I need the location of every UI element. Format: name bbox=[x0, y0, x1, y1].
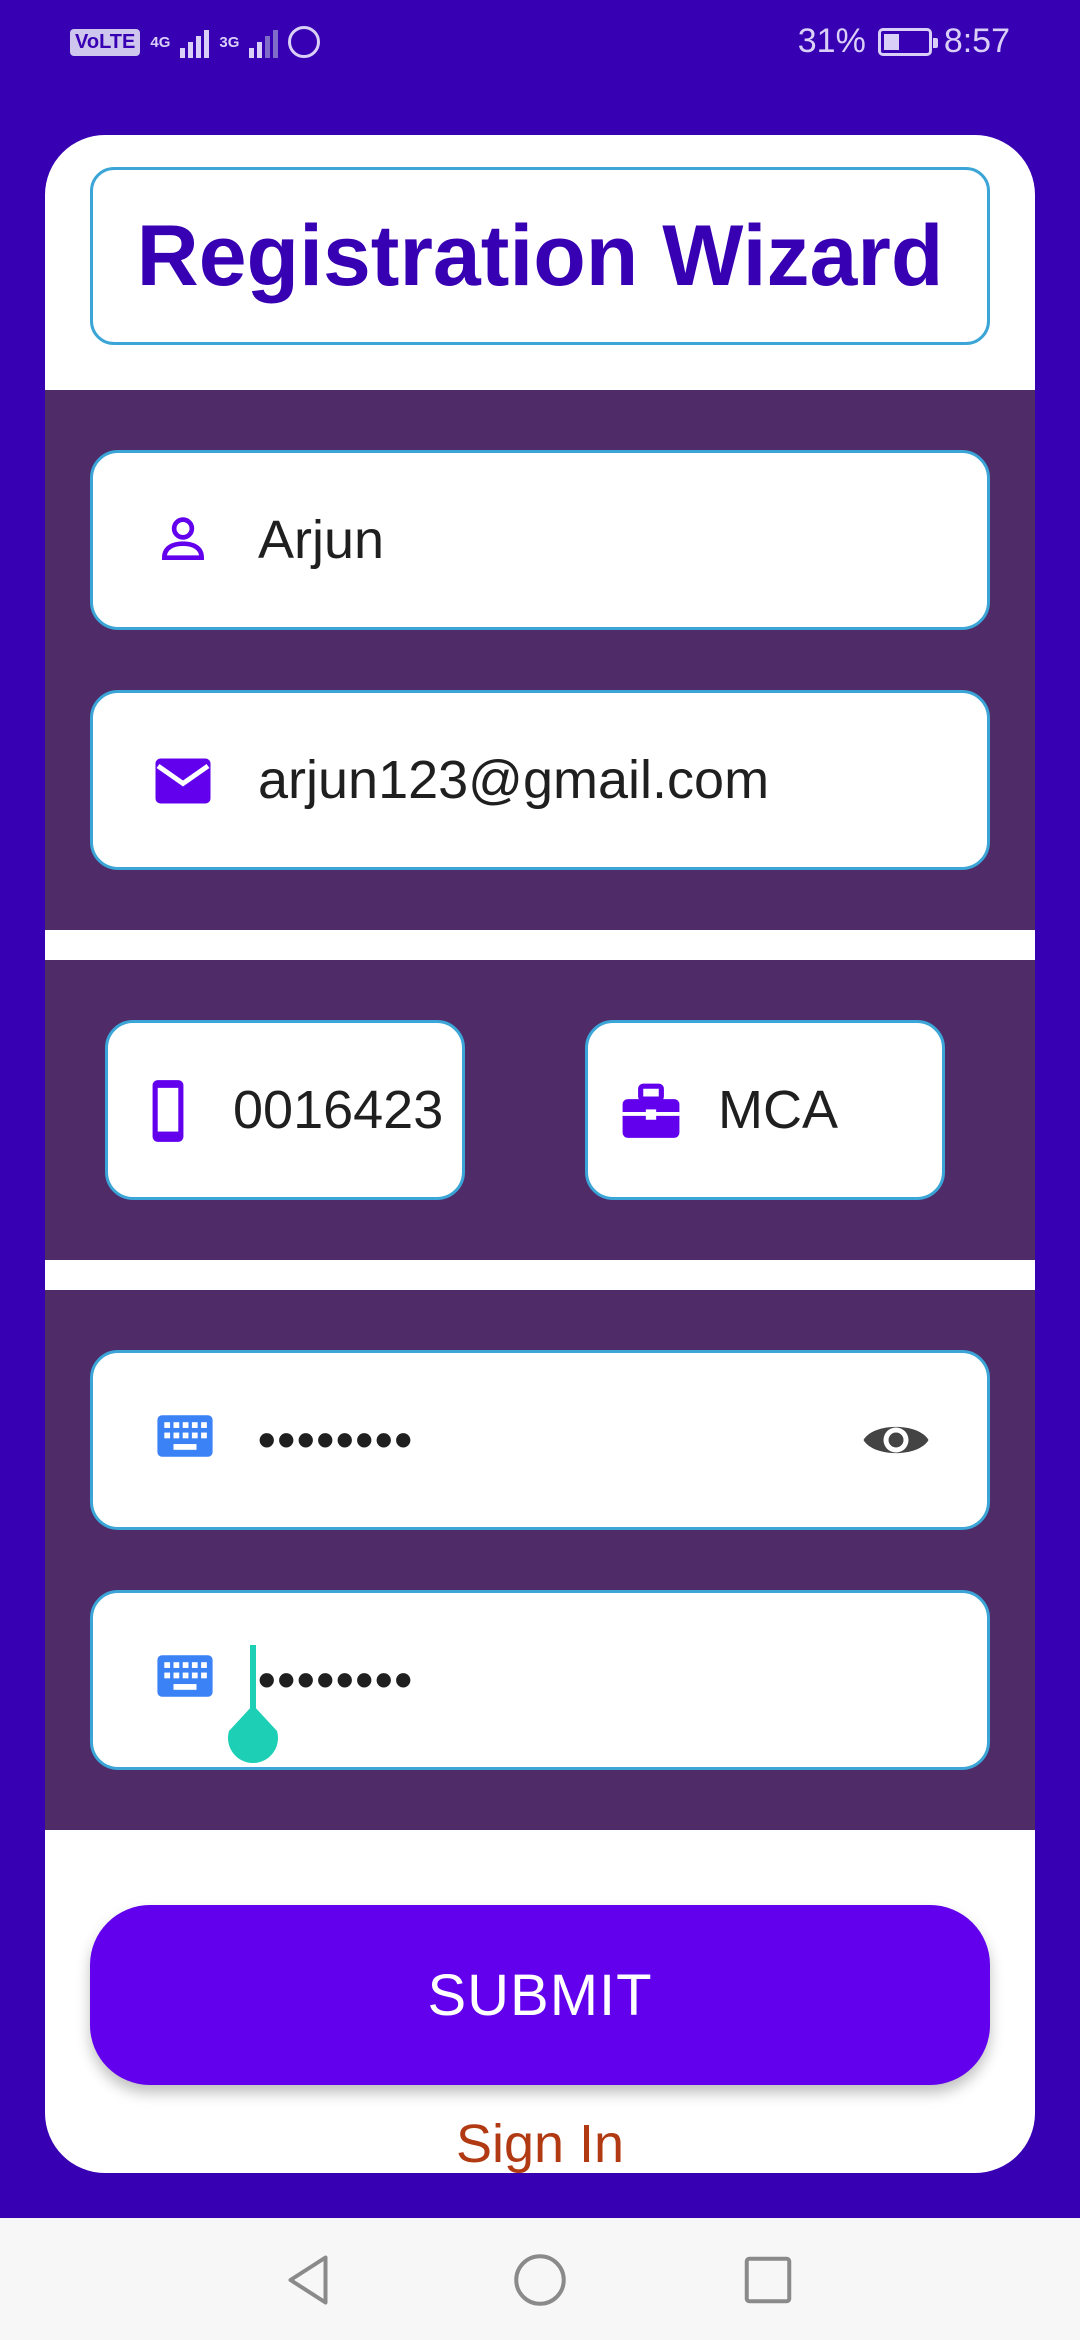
identity-panel: Arjun arjun123@gmail.com bbox=[45, 390, 1035, 930]
email-field[interactable]: arjun123@gmail.com bbox=[90, 690, 990, 870]
keyboard-icon bbox=[157, 1655, 213, 1697]
text-cursor-handle[interactable] bbox=[221, 1645, 285, 1775]
person-icon bbox=[161, 517, 205, 560]
phone-field[interactable]: 0016423 bbox=[105, 1020, 465, 1200]
battery-icon bbox=[877, 27, 938, 56]
eye-icon[interactable] bbox=[861, 1415, 931, 1465]
recents-button[interactable] bbox=[728, 2240, 808, 2320]
status-bar: VoLTE 4G 3G 31% 8:57 bbox=[0, 0, 1080, 90]
status-right: 31% 8:57 bbox=[798, 22, 1010, 61]
name-value: Arjun bbox=[258, 510, 385, 570]
registration-card: Registration Wizard Arjun arjun123@gmail… bbox=[45, 135, 1035, 2173]
page-title: Registration Wizard bbox=[90, 167, 990, 345]
signal-icon bbox=[180, 26, 210, 58]
clock: 8:57 bbox=[943, 22, 1010, 60]
name-field[interactable]: Arjun bbox=[90, 450, 990, 630]
keyboard-icon bbox=[157, 1415, 213, 1457]
navigation-bar bbox=[0, 2218, 1080, 2340]
signal-icon bbox=[249, 26, 279, 58]
status-left: VoLTE 4G 3G bbox=[70, 26, 321, 58]
battery-fill bbox=[883, 33, 899, 50]
degree-value: MCA bbox=[718, 1080, 838, 1140]
email-icon bbox=[155, 758, 211, 804]
email-value: arjun123@gmail.com bbox=[258, 750, 770, 810]
home-button[interactable] bbox=[500, 2240, 580, 2320]
sign-in-link[interactable]: Sign In bbox=[45, 2113, 1035, 2173]
whatsapp-icon bbox=[288, 26, 321, 58]
degree-field[interactable]: MCA bbox=[585, 1020, 945, 1200]
volte-icon: VoLTE bbox=[70, 28, 141, 56]
contact-panel: 0016423 MCA bbox=[45, 960, 1035, 1260]
briefcase-icon bbox=[622, 1083, 680, 1138]
recents-icon bbox=[744, 2256, 792, 2304]
password-field[interactable]: •••••••• bbox=[90, 1350, 990, 1530]
sim2-network-label: 3G bbox=[219, 33, 240, 51]
home-icon bbox=[514, 2254, 566, 2306]
phone-icon bbox=[152, 1080, 184, 1142]
sim1-network-label: 4G bbox=[150, 33, 171, 51]
confirm-password-field[interactable]: •••••••• bbox=[90, 1590, 990, 1770]
battery-percent: 31% bbox=[797, 22, 866, 60]
password-panel: •••••••• •••••••• bbox=[45, 1290, 1035, 1830]
password-value: •••••••• bbox=[258, 1412, 415, 1468]
back-button[interactable] bbox=[268, 2240, 348, 2320]
phone-value: 0016423 bbox=[233, 1080, 444, 1140]
back-icon bbox=[288, 2255, 328, 2305]
submit-button[interactable]: SUBMIT bbox=[90, 1905, 990, 2085]
